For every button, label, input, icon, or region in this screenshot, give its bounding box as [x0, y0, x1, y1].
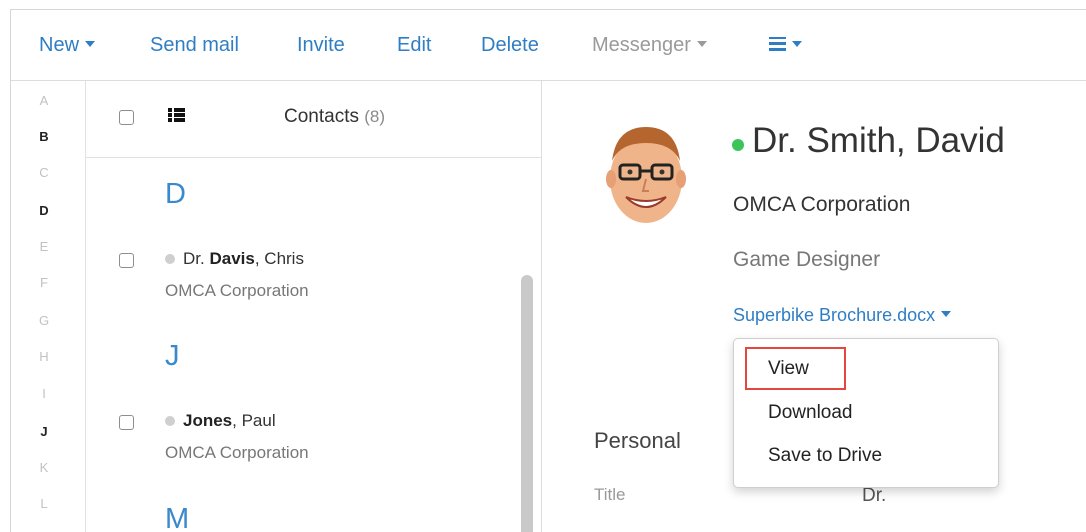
list-scrollbar[interactable]	[521, 275, 533, 532]
contact-first-name: , Chris	[254, 249, 304, 268]
contact-last-name: Jones	[183, 411, 233, 430]
send-mail-button[interactable]: Send mail	[150, 34, 239, 57]
contact-detail-role: Game Designer	[733, 248, 881, 271]
alpha-letter-g: G	[38, 313, 50, 328]
online-status-icon	[732, 138, 744, 151]
contact-name-jones[interactable]: Jones, Paul	[165, 411, 276, 431]
alpha-letter-b[interactable]: B	[37, 129, 51, 144]
chevron-down-icon	[941, 311, 952, 318]
chevron-down-icon	[792, 40, 802, 47]
contacts-count: (8)	[364, 107, 386, 126]
chevron-down-icon	[85, 40, 96, 47]
alpha-letter-e: E	[39, 239, 49, 254]
select-all-checkbox[interactable]	[119, 110, 134, 125]
contacts-title: Contacts (8)	[284, 106, 385, 128]
field-label-title: Title	[594, 485, 626, 504]
attachment-name: Superbike Brochure.docx	[733, 305, 936, 325]
menu-item-save-to-drive[interactable]: Save to Drive	[768, 445, 882, 467]
contact-checkbox[interactable]	[119, 253, 134, 268]
menu-item-view[interactable]: View	[768, 358, 809, 380]
contact-last-name: Davis	[209, 249, 255, 268]
alpha-letter-c: C	[39, 165, 49, 180]
avatar	[606, 127, 686, 223]
alpha-letter-f: F	[40, 275, 48, 290]
contact-list: Contacts (8) D Dr. Davis, Chris OMCA Cor…	[86, 81, 542, 532]
contact-full-name: Dr. Smith, David	[732, 121, 1005, 161]
section-letter-d: D	[165, 178, 186, 210]
section-letter-j: J	[165, 340, 180, 372]
contact-company: OMCA Corporation	[165, 281, 309, 300]
alpha-letter-k: K	[39, 460, 49, 475]
alphabet-index: A B C D E F G H I J K L	[11, 81, 86, 532]
contacts-app: New Send mail Invite Edit Delete Messeng…	[10, 9, 1086, 532]
alpha-letter-l: L	[40, 496, 48, 511]
list-view-icon[interactable]	[168, 108, 185, 122]
chevron-down-icon	[696, 40, 707, 47]
contact-detail-company: OMCA Corporation	[733, 193, 911, 216]
alpha-letter-h: H	[39, 349, 49, 364]
contact-first-name: , Paul	[232, 411, 276, 430]
invite-button[interactable]: Invite	[297, 34, 345, 57]
new-label: New	[39, 34, 80, 56]
alpha-letter-d[interactable]: D	[37, 203, 51, 218]
attachment-dropdown-menu: View Download Save to Drive	[733, 338, 999, 488]
new-button[interactable]: New	[39, 34, 96, 57]
contact-prefix: Dr.	[183, 249, 205, 268]
alpha-letter-i: I	[42, 386, 46, 401]
alpha-letter-a: A	[39, 93, 49, 108]
contact-company: OMCA Corporation	[165, 443, 309, 462]
status-dot-icon	[165, 253, 175, 264]
contact-checkbox[interactable]	[119, 415, 134, 430]
edit-button[interactable]: Edit	[397, 34, 431, 57]
delete-button[interactable]: Delete	[481, 34, 539, 57]
attachment-link[interactable]: Superbike Brochure.docx	[733, 305, 952, 326]
status-dot-icon	[165, 415, 175, 426]
section-letter-m: M	[165, 503, 190, 532]
hamburger-icon	[769, 34, 786, 54]
contact-full-name-text: Dr. Smith, David	[752, 121, 1005, 160]
messenger-button[interactable]: Messenger	[592, 34, 707, 57]
menu-item-download[interactable]: Download	[768, 402, 853, 424]
section-personal-heading: Personal	[594, 428, 681, 453]
field-value-title: Dr.	[862, 485, 887, 506]
alpha-letter-j[interactable]: J	[37, 424, 51, 439]
list-header: Contacts (8)	[86, 81, 541, 158]
more-menu-button[interactable]	[769, 34, 802, 57]
messenger-label: Messenger	[592, 34, 691, 56]
toolbar: New Send mail Invite Edit Delete Messeng…	[11, 10, 1086, 81]
contacts-title-label: Contacts	[284, 106, 359, 127]
contact-name-davis[interactable]: Dr. Davis, Chris	[165, 249, 304, 269]
